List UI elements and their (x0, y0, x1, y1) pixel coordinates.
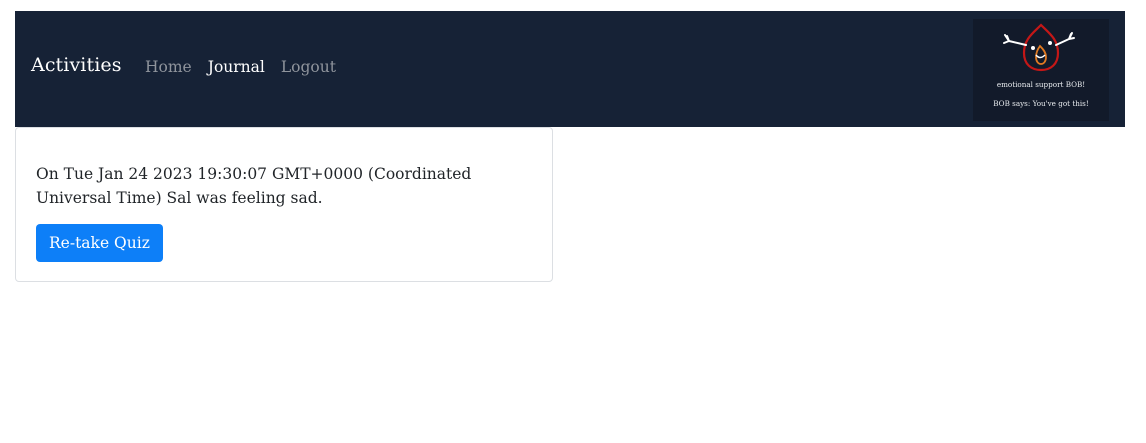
mascot-left-arm (1003, 34, 1027, 46)
nav-links: Home Journal Logout (137, 59, 344, 76)
page: Activities Home Journal Logout emotional… (0, 0, 1146, 443)
nav-link-journal[interactable]: Journal (200, 59, 273, 76)
bob-mascot-icon (1003, 23, 1075, 72)
nav-link-home[interactable]: Home (137, 59, 200, 76)
logo-tagline: BOB says: You've got this! (993, 99, 1089, 108)
mascot-right-arm (1055, 32, 1075, 46)
bob-logo: emotional support BOB! BOB says: You've … (973, 19, 1109, 121)
logo-caption: emotional support BOB! (996, 80, 1086, 89)
mascot-eye-left (1031, 46, 1035, 50)
top-navbar: Activities Home Journal Logout emotional… (15, 11, 1125, 127)
mascot-eye-right (1048, 41, 1052, 45)
nav-link-logout[interactable]: Logout (273, 59, 344, 76)
mascot-smile (1035, 54, 1046, 59)
retake-quiz-button[interactable]: Re-take Quiz (36, 224, 163, 262)
journal-entry-text: On Tue Jan 24 2023 19:30:07 GMT+0000 (Co… (36, 165, 472, 207)
brand-title[interactable]: Activities (31, 56, 122, 75)
journal-entry-card: On Tue Jan 24 2023 19:30:07 GMT+0000 (Co… (15, 127, 553, 282)
